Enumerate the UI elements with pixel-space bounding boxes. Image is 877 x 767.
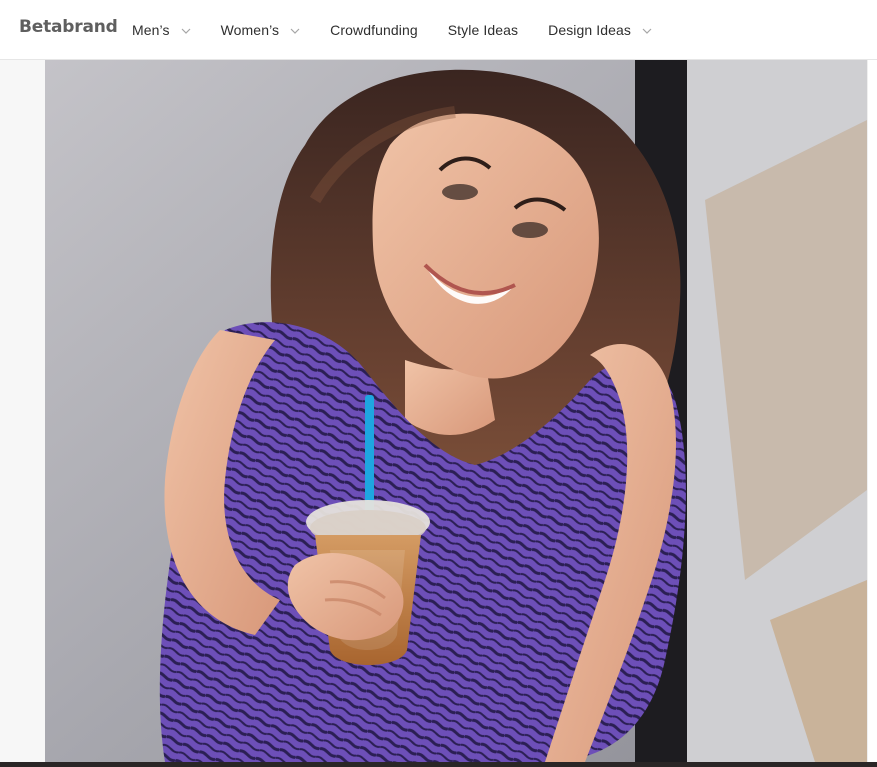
main-nav: Men’s Women’s Crowdfunding Style Ideas D… xyxy=(132,0,682,60)
page-right-gutter xyxy=(867,60,877,762)
chevron-down-icon xyxy=(290,26,300,36)
chevron-down-icon xyxy=(181,26,191,36)
nav-item-womens-label: Women’s xyxy=(220,22,280,38)
hero-image xyxy=(45,60,867,762)
nav-item-style-ideas[interactable]: Style Ideas xyxy=(448,0,518,60)
next-section-peek xyxy=(0,762,877,767)
woman-with-iced-coffee-photo xyxy=(45,60,867,762)
chevron-down-icon xyxy=(642,26,652,36)
nav-item-style-ideas-label: Style Ideas xyxy=(447,22,519,38)
nav-item-womens[interactable]: Women’s xyxy=(221,0,301,60)
nav-item-crowdfunding[interactable]: Crowdfunding xyxy=(330,0,418,60)
top-navigation-bar: Betabrand Men’s Women’s Crowdfunding Sty… xyxy=(0,0,877,60)
brand-logo[interactable]: Betabrand xyxy=(19,16,118,38)
nav-item-crowdfunding-label: Crowdfunding xyxy=(330,22,418,38)
nav-item-design-ideas[interactable]: Design Ideas xyxy=(548,0,652,60)
nav-item-design-ideas-label: Design Ideas xyxy=(548,22,632,38)
nav-item-mens[interactable]: Men’s xyxy=(132,0,191,60)
nav-item-mens-label: Men’s xyxy=(132,22,170,38)
